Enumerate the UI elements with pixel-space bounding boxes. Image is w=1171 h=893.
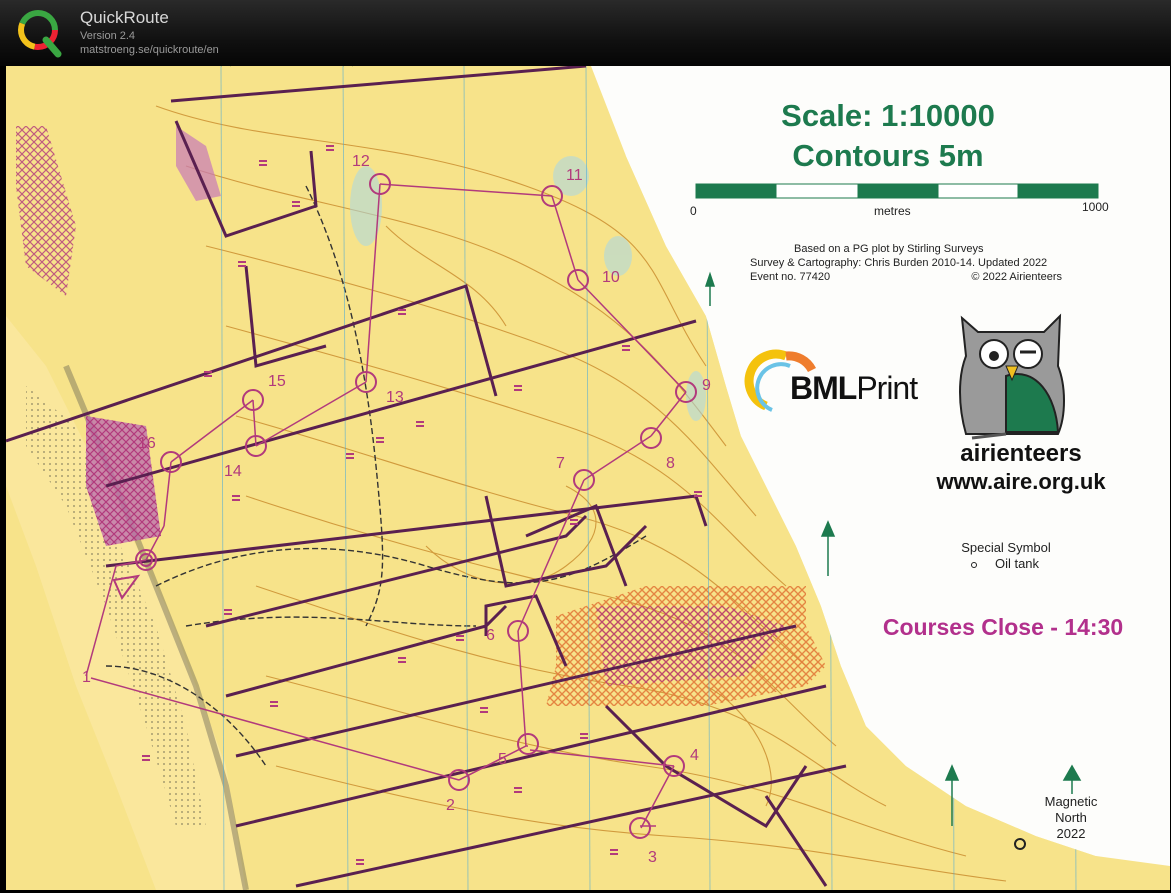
credit-line-3: Event no. 77420 © 2022 Airienteers <box>726 270 1062 284</box>
owl-logo-icon <box>959 313 1065 440</box>
app-title: QuickRoute <box>80 8 169 27</box>
control-label-8: 8 <box>666 455 675 472</box>
app-url: matstroeng.se/quickroute/en <box>80 44 219 56</box>
title-bar: QuickRoute Version 2.4 matstroeng.se/qui… <box>0 0 1171 66</box>
club-block: airienteers www.aire.org.uk <box>926 440 1116 496</box>
club-website: www.aire.org.uk <box>936 469 1106 494</box>
control-label-9: 9 <box>702 377 711 394</box>
scale-text: Scale: 1:10000 <box>781 98 995 133</box>
control-label-1: 1 <box>82 669 91 686</box>
control-label-14: 14 <box>224 463 242 480</box>
control-label-7: 7 <box>556 455 565 472</box>
scale-end-label: 1000 <box>1082 200 1109 214</box>
control-label-16: 16 <box>138 435 156 452</box>
control-label-13: 13 <box>386 389 404 406</box>
event-number: Event no. 77420 <box>750 271 831 283</box>
app-version: Version 2.4 <box>80 30 136 42</box>
sponsor-logo: BMLPrint <box>754 350 944 422</box>
magnetic-north-label: Magnetic North 2022 <box>1044 794 1098 841</box>
credit-line-2: Survey & Cartography: Chris Burden 2010-… <box>750 257 1048 269</box>
copyright: © 2022 Airienteers <box>971 271 1062 283</box>
contours-text: Contours 5m <box>792 138 984 173</box>
sponsor-text: BMLPrint <box>790 370 918 406</box>
control-label-6: 6 <box>486 627 495 644</box>
map-credits: Based on a PG plot by Stirling Surveys S… <box>726 242 1066 284</box>
club-name: airienteers <box>960 440 1082 467</box>
control-label-4: 4 <box>690 747 699 764</box>
map-canvas[interactable]: 1 2 3 4 5 6 7 8 9 10 11 12 13 14 15 16 S… <box>6 66 1170 890</box>
credit-line-1: Based on a PG plot by Stirling Surveys <box>794 243 984 255</box>
control-label-2: 2 <box>446 797 455 814</box>
control-label-3: 3 <box>648 849 657 866</box>
control-label-12: 12 <box>352 153 370 170</box>
quickroute-logo-icon <box>18 10 62 58</box>
control-label-15: 15 <box>268 373 286 390</box>
special-symbol-title: Special Symbol <box>961 540 1051 555</box>
control-label-10: 10 <box>602 269 620 286</box>
control-label-11: 11 <box>566 167 583 184</box>
scale-unit-label: metres <box>874 204 911 218</box>
scale-start-label: 0 <box>690 204 697 218</box>
courses-close-notice: Courses Close - 14:30 <box>882 614 1124 640</box>
scale-bar <box>695 183 1099 199</box>
control-label-5: 5 <box>498 751 507 768</box>
special-symbol-item: Oil tank <box>994 556 1040 571</box>
special-symbol: Special Symbol Oil tank <box>946 540 1066 572</box>
scale-heading: Scale: 1:10000 Contours 5m <box>698 96 1078 176</box>
